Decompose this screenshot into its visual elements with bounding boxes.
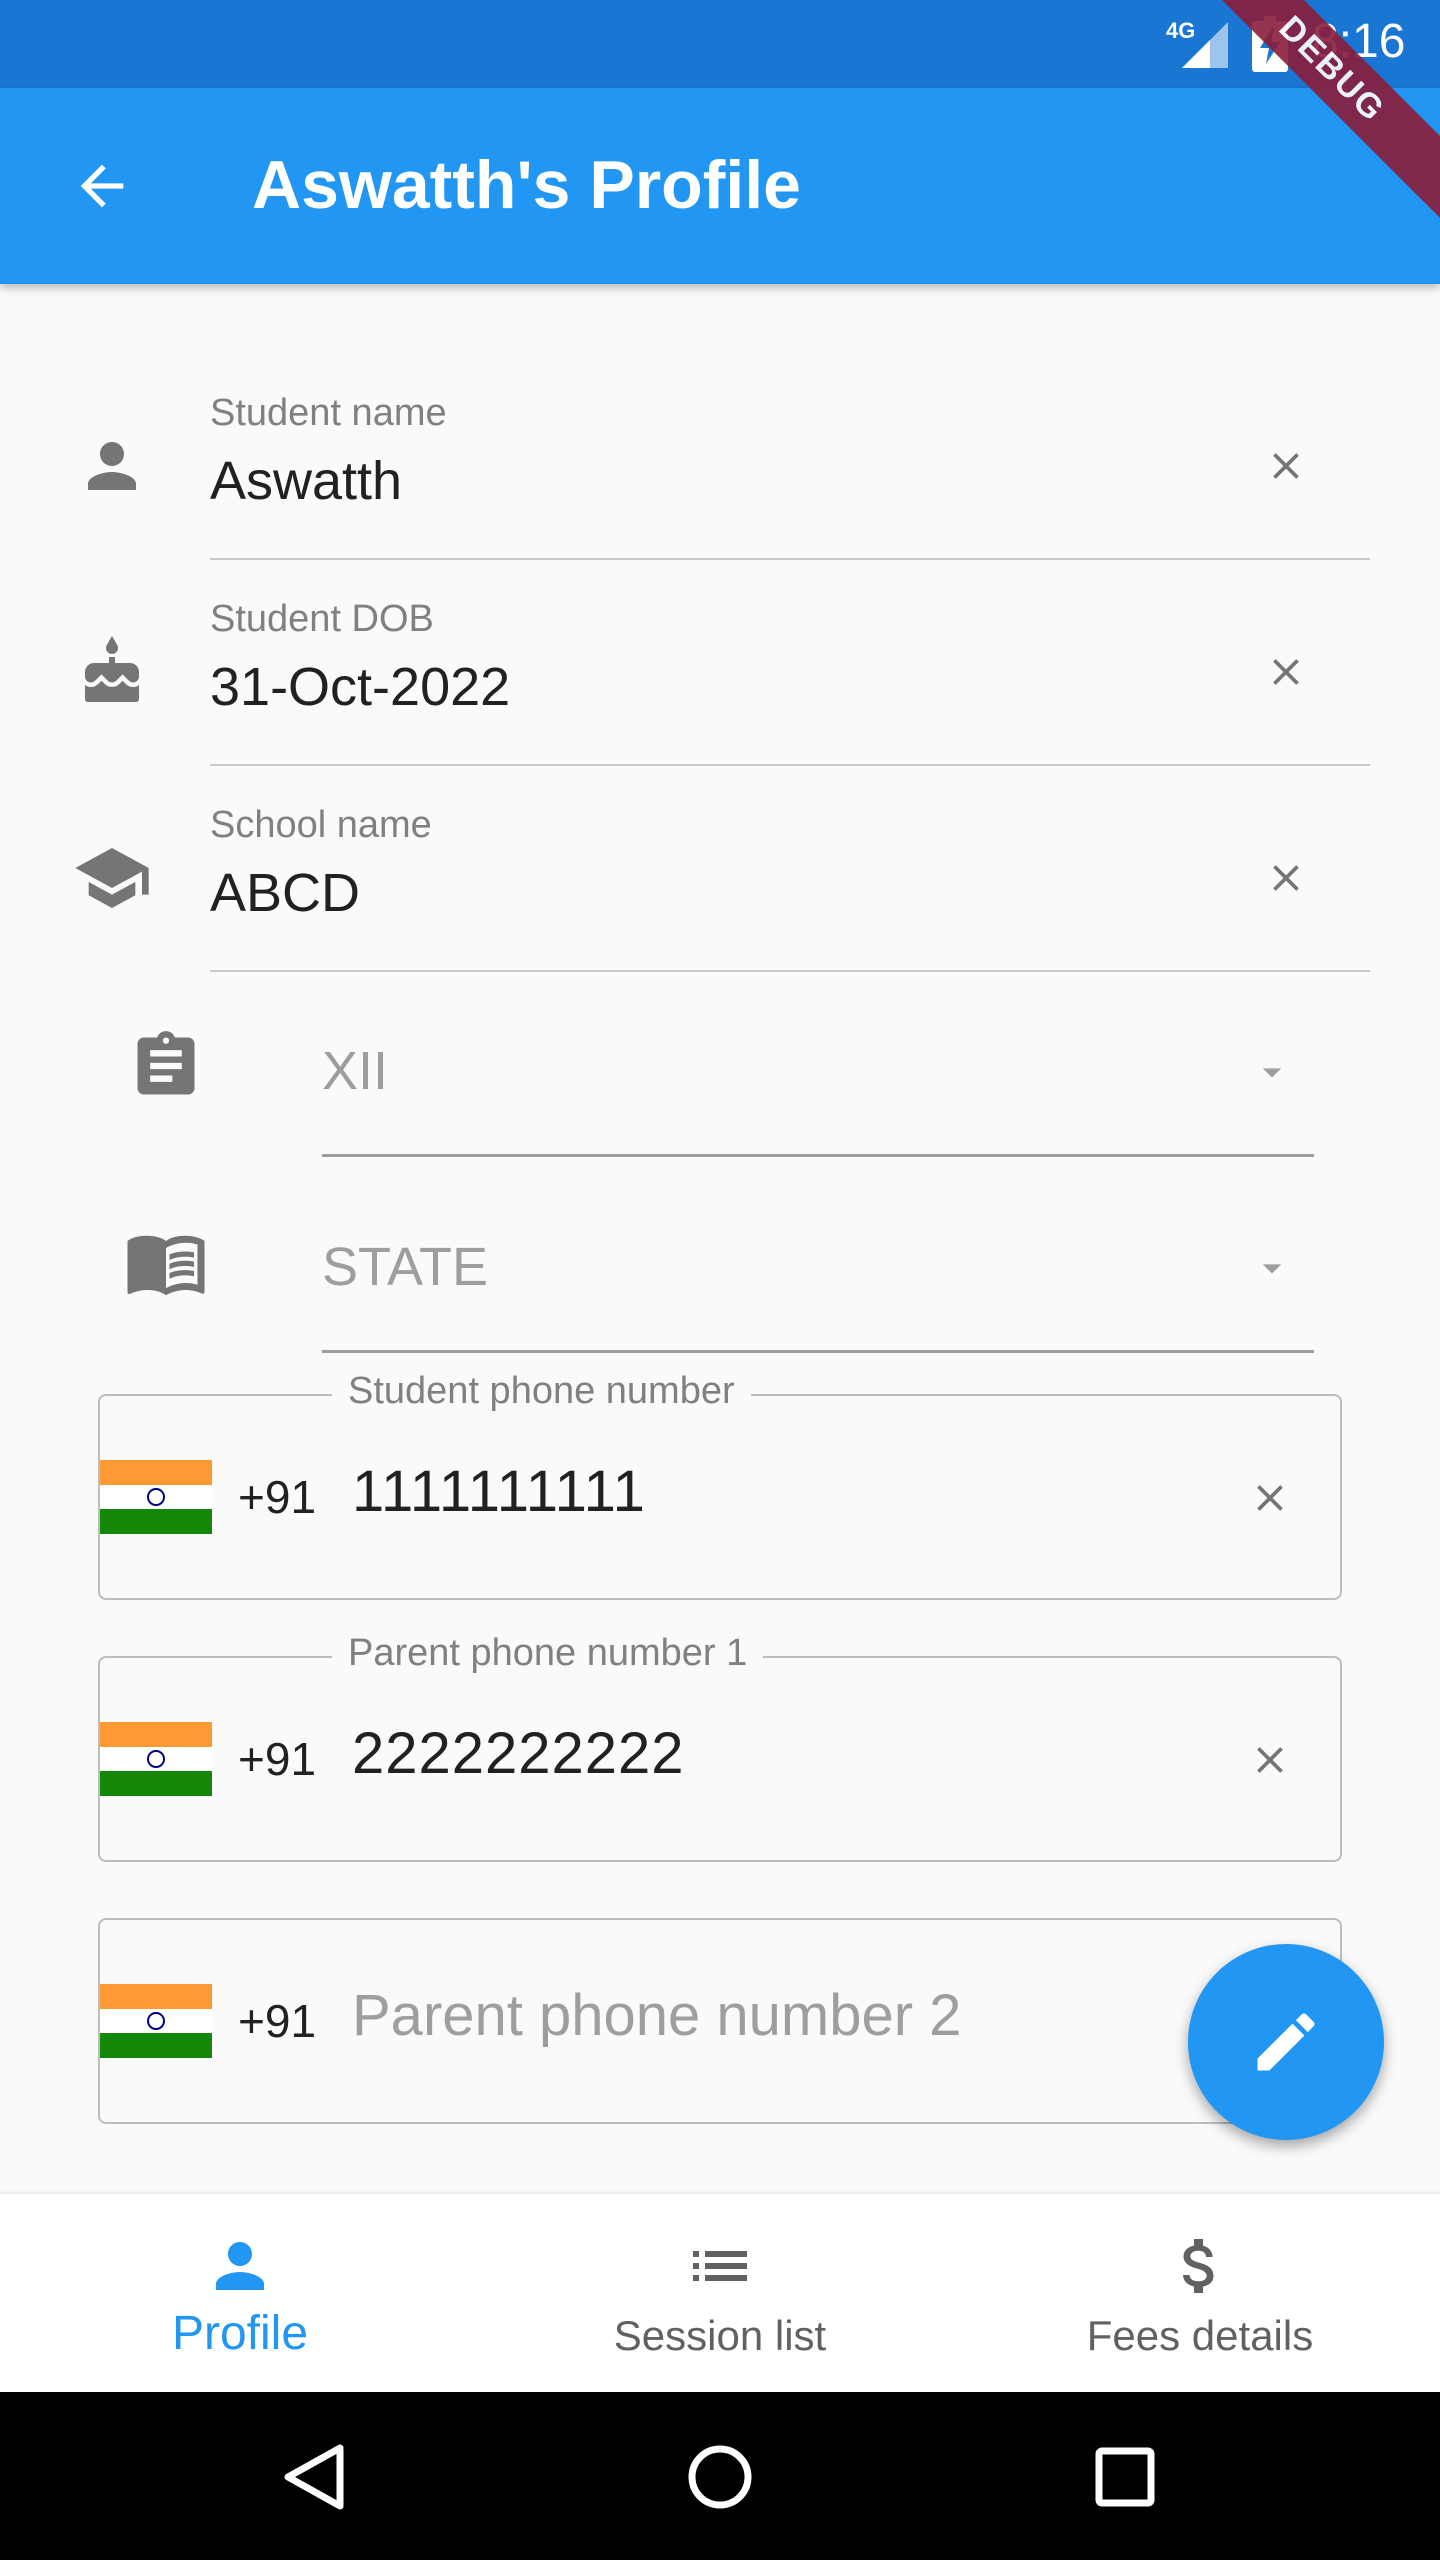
signal-icon — [1182, 22, 1228, 68]
student-phone-input[interactable]: 1111111111 — [352, 1458, 646, 1525]
edit-fab-button[interactable] — [1188, 1944, 1384, 2140]
triangle-back-icon — [284, 2444, 344, 2510]
divider — [210, 558, 1370, 560]
dollar-icon — [1164, 2230, 1236, 2302]
system-recents-button[interactable] — [1080, 2432, 1170, 2522]
page-title: Aswatth's Profile — [252, 147, 801, 223]
school-name-input[interactable]: ABCD — [210, 862, 360, 924]
close-icon — [1273, 865, 1299, 891]
student-dob-label: Student DOB — [210, 598, 434, 640]
close-icon — [1273, 659, 1299, 685]
country-code[interactable]: +91 — [238, 1994, 316, 2048]
circle-home-icon — [688, 2445, 752, 2509]
school-name-label: School name — [210, 804, 432, 846]
school-icon — [70, 836, 154, 920]
nav-session-list-label: Session list — [613, 2312, 827, 2359]
divider — [322, 1350, 1314, 1353]
person-icon — [204, 2230, 276, 2302]
close-icon — [1257, 1485, 1283, 1511]
india-flag-icon[interactable] — [100, 1460, 212, 1534]
board-selected-value: STATE — [322, 1237, 489, 1297]
parent-phone-1-input[interactable]: 2222222222 — [352, 1720, 685, 1787]
list-icon — [684, 2230, 756, 2302]
nav-profile[interactable]: Profile — [0, 2194, 480, 2392]
clear-student-name-button[interactable] — [1250, 430, 1322, 502]
close-icon — [1273, 453, 1299, 479]
nav-fees-details-label: Fees details — [1086, 2312, 1314, 2359]
app-bar: Aswatth's Profile — [0, 88, 1440, 284]
divider — [322, 1154, 1314, 1157]
parent-phone-2-input[interactable]: Parent phone number 2 — [352, 1982, 961, 2049]
back-button[interactable] — [54, 138, 150, 234]
clear-school-name-button[interactable] — [1250, 842, 1322, 914]
system-home-button[interactable] — [675, 2432, 765, 2522]
clear-parent-phone-1-button[interactable] — [1234, 1724, 1306, 1796]
system-back-button[interactable] — [270, 2432, 360, 2522]
nav-profile-label: Profile — [171, 2307, 309, 2360]
parent-phone-1-label: Parent phone number 1 — [332, 1632, 764, 1675]
person-icon — [70, 424, 154, 508]
india-flag-icon[interactable] — [100, 1722, 212, 1796]
clear-student-dob-button[interactable] — [1250, 636, 1322, 708]
nav-session-list[interactable]: Session list — [480, 2194, 960, 2392]
grade-selected-value: XII — [322, 1041, 389, 1101]
status-bar: 4G 8:16 — [0, 0, 1440, 88]
clear-student-phone-button[interactable] — [1234, 1462, 1306, 1534]
arrow-back-icon — [80, 164, 124, 208]
dropdown-arrow-icon — [1262, 1068, 1282, 1078]
divider — [210, 970, 1370, 972]
dropdown-arrow-icon — [1262, 1264, 1282, 1274]
system-navigation-bar — [0, 2392, 1440, 2560]
parent-phone-2-field[interactable]: +91 Parent phone number 2 — [98, 1918, 1342, 2124]
divider — [210, 764, 1370, 766]
close-icon — [1257, 1747, 1283, 1773]
student-phone-field[interactable]: Student phone number +91 1111111111 — [98, 1370, 1342, 1600]
student-dob-input[interactable]: 31-Oct-2022 — [210, 656, 510, 718]
cake-icon — [70, 630, 154, 714]
student-phone-label: Student phone number — [332, 1370, 751, 1413]
student-name-label: Student name — [210, 392, 447, 434]
nav-fees-details[interactable]: Fees details — [960, 2194, 1440, 2392]
india-flag-icon[interactable] — [100, 1984, 212, 2058]
country-code[interactable]: +91 — [238, 1470, 316, 1524]
edit-icon — [1257, 2013, 1315, 2071]
book-icon — [124, 1220, 208, 1304]
student-name-input[interactable]: Aswatth — [210, 450, 402, 512]
parent-phone-1-field[interactable]: Parent phone number 1 +91 2222222222 — [98, 1632, 1342, 1862]
country-code[interactable]: +91 — [238, 1732, 316, 1786]
bottom-navigation: Profile Session list Fees details — [0, 2194, 1440, 2392]
square-recents-icon — [1095, 2447, 1155, 2507]
assignment-icon — [124, 1024, 208, 1108]
